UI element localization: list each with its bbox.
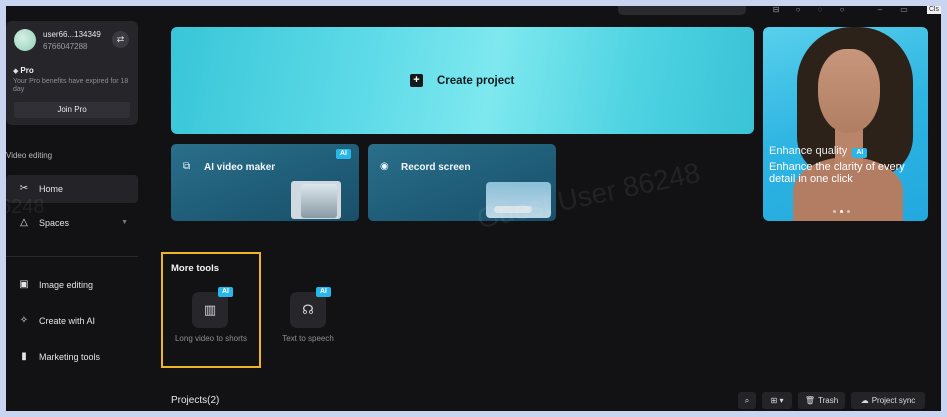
portrait-face <box>818 49 880 133</box>
create-project-card[interactable]: + Create project <box>171 27 754 134</box>
project-sync-label: Project sync <box>871 396 916 405</box>
sidebar-item-image-editing[interactable]: ▣ Image editing <box>6 271 138 299</box>
promo-title: Enhance quality AI <box>769 145 868 158</box>
create-project-label: Create project <box>437 74 515 87</box>
ai-video-icon: ⧉ <box>183 161 191 172</box>
avatar[interactable] <box>14 29 36 51</box>
diamond-icon: ◆ <box>13 68 19 75</box>
pro-badge: ◆ Pro <box>13 66 34 75</box>
ai-badge: AI <box>852 148 868 158</box>
preview-thumbnail-front <box>301 184 337 218</box>
grid-icon[interactable]: ⊟ <box>770 6 782 14</box>
record-icon: ◉ <box>380 161 389 172</box>
join-pro-button[interactable]: Join Pro <box>14 102 130 118</box>
sidebar-item-marketing-tools[interactable]: ▮ Marketing tools <box>6 343 138 371</box>
section-label-video-editing: Video editing <box>6 151 53 160</box>
search-icon[interactable]: ⌕ <box>738 392 756 409</box>
cloud-sync-icon: ☁ <box>860 396 869 405</box>
sidebar-item-label: Home <box>39 184 64 194</box>
more-tools-title: More tools <box>171 263 220 274</box>
switch-account-icon[interactable]: ⇄ <box>112 31 129 48</box>
side-watermark: 6248 <box>6 196 45 218</box>
create-project-content: + Create project <box>410 74 514 87</box>
sidebar-item-label: Marketing tools <box>39 352 101 362</box>
sidebar-divider <box>6 256 138 257</box>
app-window: ⊟ ○ ◌ ○ – ▭ Cls user66...134349 67660472… <box>6 6 941 411</box>
ai-video-maker-label: AI video maker <box>204 162 276 173</box>
promo-description: Enhance the clarity of every detail in o… <box>769 161 905 185</box>
sidebar: user66...134349 6766047288 ⇄ ◆ Pro Your P… <box>6 18 146 411</box>
trash-icon: 🗑 <box>804 396 815 405</box>
ai-badge: AI <box>218 287 233 297</box>
enhance-quality-banner[interactable]: Enhance quality AI Enhance the clarity o… <box>763 27 928 221</box>
sidebar-item-label: Image editing <box>39 280 94 290</box>
maximize-icon[interactable]: ▭ <box>898 6 910 14</box>
sidebar-item-label: Create with AI <box>39 316 96 326</box>
projects-title: Projects(2) <box>171 395 220 406</box>
sidebar-item-create-with-ai[interactable]: ✧ Create with AI <box>6 307 138 335</box>
record-screen-label: Record screen <box>401 162 471 173</box>
project-sync-button[interactable]: ☁ Project sync <box>851 392 925 409</box>
trash-label: Trash <box>818 396 839 405</box>
top-search-bar[interactable] <box>618 6 746 15</box>
plan-label: Pro <box>20 66 34 75</box>
trash-button[interactable]: 🗑 Trash <box>798 392 845 409</box>
sparkle-icon: ✧ <box>19 315 29 326</box>
ai-badge: AI <box>316 287 331 297</box>
chevron-down-icon[interactable]: ▼ <box>121 219 128 226</box>
settings-icon[interactable]: ○ <box>836 6 848 14</box>
user-name: user66...134349 <box>43 30 101 39</box>
view-toggle-button[interactable]: ⊞ ▾ <box>762 392 792 409</box>
grid-view-icon: ⊞ <box>770 396 778 405</box>
ai-badge: AI <box>336 149 351 159</box>
ai-video-maker-card[interactable]: ⧉ AI video maker AI <box>171 144 359 221</box>
bookmark-icon: ▮ <box>21 351 27 362</box>
tool-label: Text to speech <box>282 334 334 343</box>
help-icon[interactable]: ○ <box>792 6 804 14</box>
plan-description: Your Pro benefits have expired for 18 da… <box>13 78 129 93</box>
image-icon: ▣ <box>19 279 29 290</box>
tool-label: Long video to shorts <box>174 334 248 343</box>
carousel-dots[interactable] <box>833 210 850 213</box>
plus-icon: + <box>410 74 423 87</box>
user-card: user66...134349 6766047288 ⇄ ◆ Pro Your P… <box>6 21 138 125</box>
sidebar-item-label: Spaces <box>39 218 70 228</box>
top-toolbar: ⊟ ○ ◌ ○ – ▭ Cls <box>6 6 941 18</box>
minimize-icon[interactable]: – <box>874 6 886 14</box>
top-corner-tag: Cls <box>926 6 941 14</box>
scissors-icon: ✂ <box>19 183 29 194</box>
chevron-down-icon: ▾ <box>779 396 784 405</box>
film-icon: ▥ <box>192 292 228 328</box>
user-id: 6766047288 <box>43 42 88 51</box>
notification-icon[interactable]: ◌ <box>814 6 826 14</box>
speech-icon: ☊ <box>290 292 326 328</box>
